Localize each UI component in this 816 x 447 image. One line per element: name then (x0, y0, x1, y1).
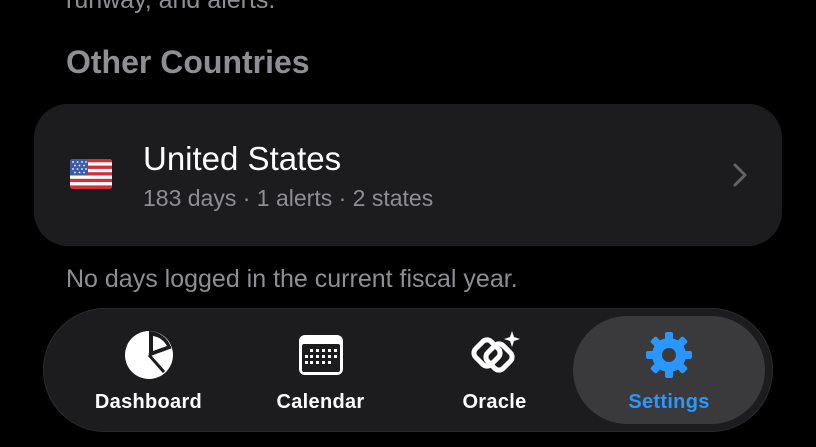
pie-chart-icon (124, 331, 173, 379)
tab-calendar[interactable]: Calendar (233, 308, 408, 432)
tab-label: Oracle (462, 391, 527, 413)
tab-dashboard[interactable]: Dashboard (61, 308, 236, 432)
country-name: United States (143, 140, 342, 177)
tab-settings[interactable]: Settings (573, 316, 765, 424)
chevron-right-icon (733, 163, 747, 187)
gear-icon (646, 332, 692, 378)
country-card-united-states[interactable]: United States 183 days · 1 alerts · 2 st… (34, 104, 782, 246)
us-flag-icon (70, 159, 112, 189)
previous-section-text: runway, and alerts. (66, 0, 276, 14)
section-title: Other Countries (66, 44, 310, 80)
tab-label: Dashboard (94, 391, 203, 413)
tab-label: Settings (628, 391, 710, 413)
tab-bar: Dashboard Calendar Oracle Settings (43, 308, 773, 432)
no-days-note: No days logged in the current fiscal yea… (66, 265, 518, 293)
tab-oracle[interactable]: Oracle (407, 308, 582, 432)
country-meta: 183 days · 1 alerts · 2 states (143, 185, 434, 211)
oracle-sparkle-icon (470, 331, 520, 373)
tab-label: Calendar (276, 391, 365, 413)
calendar-icon (298, 335, 343, 375)
